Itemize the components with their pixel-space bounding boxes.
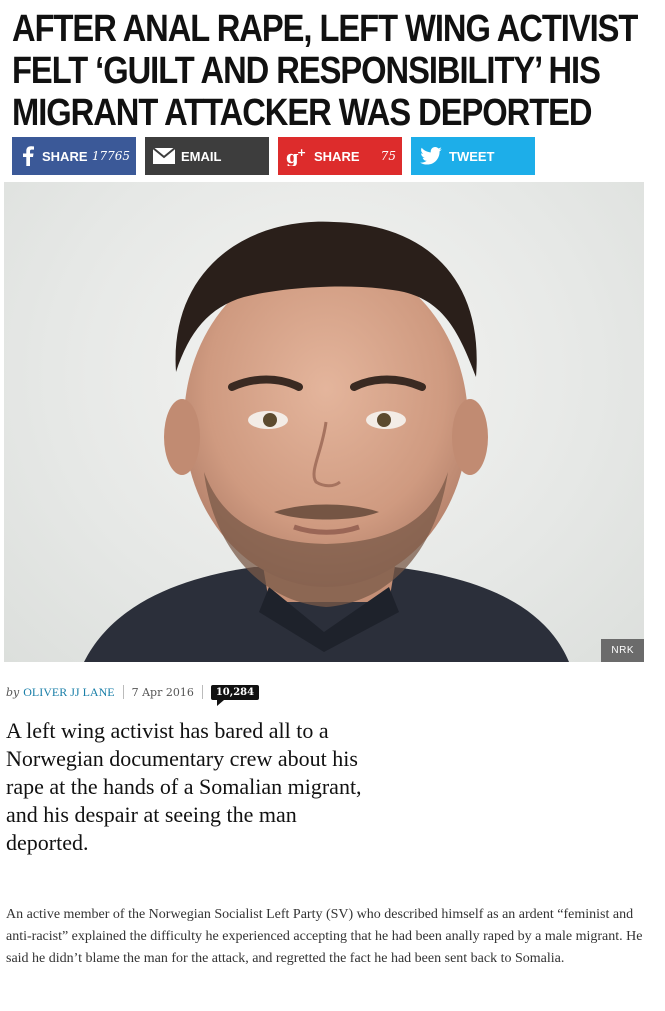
byline: by OLIVER JJ LANE 7 Apr 2016 10,284 xyxy=(6,684,260,706)
article-headline: After anal rape, left wing activist felt… xyxy=(12,8,638,134)
publish-date: 7 Apr 2016 xyxy=(131,685,194,699)
facebook-icon xyxy=(20,145,36,167)
twitter-share-button[interactable]: TWEET xyxy=(411,137,535,175)
article-paragraph: An active member of the Norwegian Social… xyxy=(6,907,643,966)
facebook-share-count: 17765 xyxy=(91,149,130,163)
byline-prefix: by xyxy=(6,685,20,699)
portrait-illustration xyxy=(84,221,569,662)
google-plus-share-button[interactable]: g + SHARE 75 xyxy=(278,137,402,175)
twitter-share-label: TWEET xyxy=(449,148,495,164)
svg-text:+: + xyxy=(297,146,306,159)
article-photo: NRK xyxy=(4,182,644,662)
google-plus-icon: g + xyxy=(286,145,308,167)
google-plus-share-label: SHARE xyxy=(314,148,360,164)
author-link[interactable]: OLIVER JJ LANE xyxy=(23,685,114,700)
article-lede: A left wing activist has bared all to a … xyxy=(6,718,362,855)
byline-divider xyxy=(201,685,203,699)
google-plus-share-count: 75 xyxy=(380,149,396,163)
facebook-share-label: SHARE xyxy=(42,148,88,164)
email-share-label: EMAIL xyxy=(181,148,222,164)
comment-count-badge[interactable]: 10,284 xyxy=(210,684,260,706)
email-icon xyxy=(153,145,175,167)
email-share-button[interactable]: EMAIL xyxy=(145,137,269,175)
twitter-icon xyxy=(419,145,443,167)
byline-divider xyxy=(122,685,124,699)
image-credit: NRK xyxy=(601,639,644,662)
facebook-share-button[interactable]: SHARE 17765 xyxy=(12,137,136,175)
